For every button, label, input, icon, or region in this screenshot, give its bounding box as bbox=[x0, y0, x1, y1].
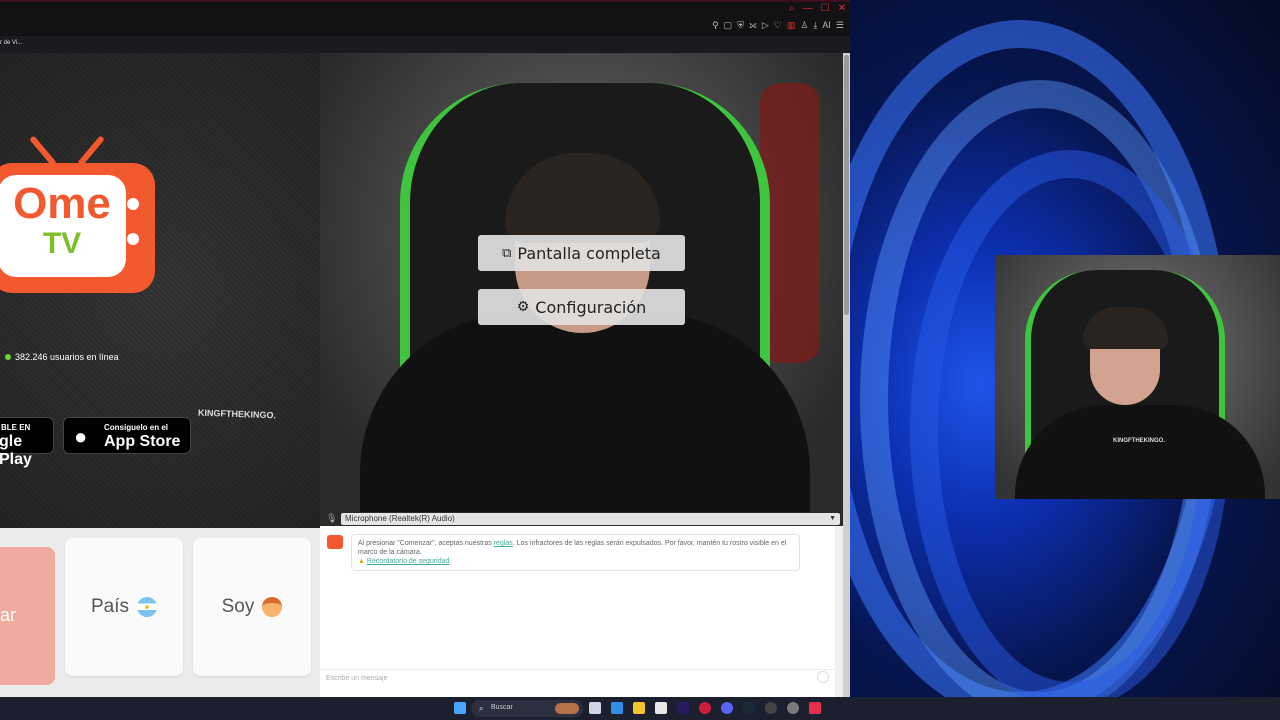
vpn-icon[interactable] bbox=[765, 702, 777, 714]
chevron-down-icon: ▼ bbox=[829, 515, 836, 522]
taskbar-search-label: Buscar bbox=[491, 704, 513, 711]
download-icon[interactable]: ⤓ bbox=[813, 20, 817, 31]
window-controls: ⌕ — ☐ ✕ bbox=[789, 3, 846, 14]
start-button[interactable]: ar bbox=[0, 547, 55, 685]
play-icon[interactable]: ▷ bbox=[762, 20, 769, 31]
emoji-icon[interactable] bbox=[817, 671, 829, 683]
menu-icon[interactable]: ☰ bbox=[836, 20, 844, 31]
tab-strip: r de Vi... bbox=[0, 36, 850, 53]
ometv-logo[interactable]: Ome TV bbox=[0, 163, 155, 293]
logo-knob bbox=[127, 233, 139, 245]
boy-avatar-icon bbox=[262, 597, 283, 617]
google-play-badge[interactable]: BLE EN gle Play bbox=[0, 417, 54, 468]
app-store-big-text: App Store bbox=[104, 433, 181, 450]
shield-icon[interactable]: ⛨ bbox=[737, 20, 744, 31]
explorer-icon[interactable] bbox=[633, 702, 645, 714]
windows-icon[interactable] bbox=[454, 702, 466, 714]
premiere-icon[interactable] bbox=[677, 702, 689, 714]
close-icon[interactable]: ✕ bbox=[838, 3, 846, 14]
person-body bbox=[360, 313, 810, 512]
streamer-shirt-print: KINGFTHEKINGO. bbox=[1113, 438, 1165, 444]
apple-icon: ● bbox=[74, 424, 88, 449]
argentina-flag-icon bbox=[137, 597, 158, 617]
browser-window: ⌕ — ☐ ✕ ⚲ ▢ ⛨ ⟗ ▷ ♡ ▥ ♙ ⤓ AI ☰ r de Vi..… bbox=[0, 0, 850, 697]
ai-icon[interactable]: AI bbox=[822, 20, 831, 31]
microphone-select[interactable]: Microphone (Realtek(R) Audio) ▼ bbox=[341, 513, 840, 525]
online-count: 382.246 usuarios en línea bbox=[15, 352, 119, 362]
settings-label: Configuración bbox=[535, 297, 647, 317]
warning-icon: ▲ bbox=[358, 558, 365, 565]
profile-icon[interactable]: ♙ bbox=[800, 20, 808, 31]
app-store-badge[interactable]: ● Consíguelo en el App Store bbox=[63, 417, 191, 454]
logo-text-ome: Ome bbox=[13, 179, 111, 228]
gear-icon: ⚙ bbox=[516, 299, 530, 315]
tiktok-icon[interactable] bbox=[809, 702, 821, 714]
logo-knob bbox=[127, 198, 139, 210]
rules-notice: Al presionar "Comenzar", aceptas nuestra… bbox=[351, 534, 800, 571]
maximize-icon[interactable]: ☐ bbox=[821, 3, 830, 14]
logo-text-tv: TV bbox=[42, 227, 82, 260]
page-scrollbar[interactable] bbox=[843, 53, 850, 697]
tab-icon[interactable]: ▢ bbox=[724, 20, 733, 31]
widgets-icon bbox=[555, 703, 579, 714]
message-placeholder: Escribe un mensaje bbox=[326, 675, 388, 682]
ometv-page: Ome TV 382.246 usuarios en línea BLE EN … bbox=[0, 53, 845, 697]
taskbar: ⌕ Buscar bbox=[0, 697, 1280, 720]
bottom-controls: ar País Soy bbox=[0, 528, 320, 697]
chat-panel: Al presionar "Comenzar", aceptas nuestra… bbox=[320, 526, 835, 697]
title-bar: ⌕ — ☐ ✕ ⚲ ▢ ⛨ ⟗ ▷ ♡ ▥ ♙ ⤓ AI ☰ bbox=[0, 0, 850, 36]
microphone-select-value: Microphone (Realtek(R) Audio) bbox=[345, 514, 455, 523]
tab-title[interactable]: r de Vi... bbox=[0, 40, 22, 46]
gender-label: Soy bbox=[221, 596, 255, 617]
safety-reminder-link[interactable]: Recordatorio de seguridad bbox=[367, 558, 450, 565]
steam-icon[interactable] bbox=[743, 702, 755, 714]
fullscreen-button[interactable]: ⧉ Pantalla completa bbox=[478, 235, 685, 271]
country-label: País bbox=[90, 596, 130, 617]
microphone-icon: 🎙 bbox=[326, 513, 338, 523]
start-label: ar bbox=[0, 605, 17, 625]
branding-panel: Ome TV 382.246 usuarios en línea BLE EN … bbox=[0, 53, 320, 528]
country-filter-button[interactable]: País bbox=[65, 538, 183, 676]
fullscreen-label: Pantalla completa bbox=[517, 243, 661, 263]
store-icon[interactable] bbox=[655, 702, 667, 714]
discord-icon[interactable] bbox=[721, 702, 733, 714]
gender-filter-button[interactable]: Soy bbox=[193, 538, 311, 676]
opera-icon[interactable] bbox=[699, 702, 711, 714]
online-users: 382.246 usuarios en línea bbox=[5, 352, 119, 362]
edge-icon[interactable] bbox=[611, 702, 623, 714]
message-input[interactable]: Escribe un mensaje bbox=[320, 669, 835, 686]
webcam-overlay: KINGFTHEKINGO. bbox=[995, 255, 1280, 499]
google-play-big-text: gle Play bbox=[0, 433, 32, 468]
settings-button[interactable]: ⚙ Configuración bbox=[478, 289, 685, 325]
rules-link[interactable]: reglas bbox=[494, 540, 513, 547]
taskbar-search[interactable]: ⌕ Buscar bbox=[471, 700, 583, 717]
mic-bar: 🎙 Microphone (Realtek(R) Audio) ▼ bbox=[320, 512, 843, 526]
fullscreen-icon: ⧉ bbox=[502, 245, 512, 261]
video-feed: ⧉ Pantalla completa ⚙ Configuración bbox=[320, 53, 843, 512]
app-store-small-text: Consíguelo en el bbox=[104, 423, 169, 432]
online-dot-icon bbox=[5, 354, 11, 360]
rules-prefix: Al presionar "Comenzar", aceptas nuestra… bbox=[358, 540, 494, 547]
search-icon: ⌕ bbox=[479, 704, 484, 713]
browser-toolbar: ⚲ ▢ ⛨ ⟗ ▷ ♡ ▥ ♙ ⤓ AI ☰ bbox=[712, 20, 844, 31]
google-play-small-text: BLE EN bbox=[1, 423, 31, 432]
task-view-icon[interactable] bbox=[589, 702, 601, 714]
minimize-icon[interactable]: — bbox=[803, 3, 813, 14]
pin-icon[interactable]: ⚲ bbox=[712, 20, 719, 31]
split-icon[interactable]: ▥ bbox=[787, 20, 796, 31]
heart-icon[interactable]: ♡ bbox=[774, 20, 782, 31]
chrome-icon[interactable] bbox=[787, 702, 799, 714]
translate-icon[interactable]: ⟗ bbox=[749, 20, 757, 31]
ometv-small-icon bbox=[327, 535, 343, 549]
search-icon[interactable]: ⌕ bbox=[789, 3, 795, 14]
